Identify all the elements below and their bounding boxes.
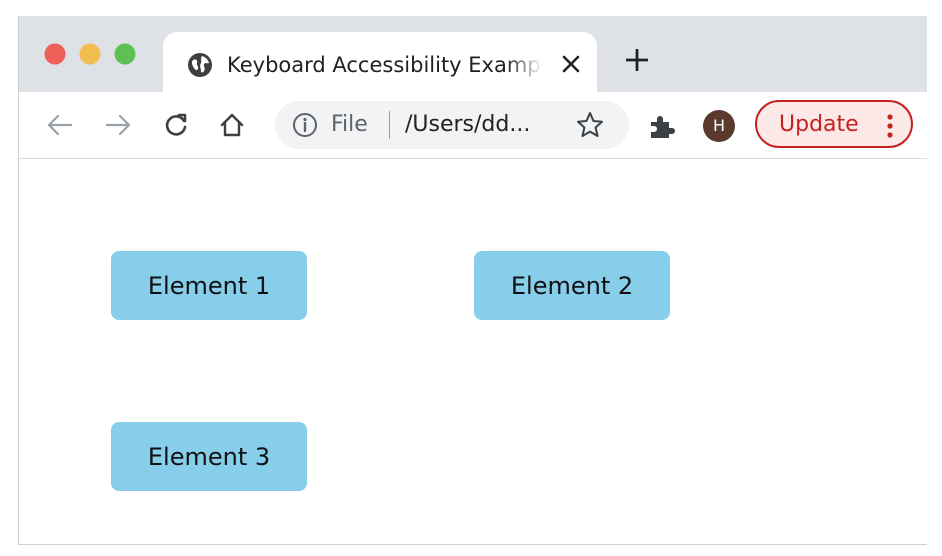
home-icon[interactable]	[215, 108, 249, 142]
plus-icon[interactable]	[619, 42, 655, 78]
minimize-window-button[interactable]	[79, 43, 101, 65]
arrow-right-icon[interactable]	[101, 108, 135, 142]
toolbar: File /Users/dd... H Update	[19, 92, 927, 159]
avatar[interactable]: H	[703, 110, 735, 142]
element-1-button[interactable]: Element 1	[111, 251, 307, 320]
puzzle-icon[interactable]	[647, 112, 675, 140]
url-text[interactable]: /Users/dd...	[405, 110, 530, 140]
kebab-menu-icon[interactable]	[877, 112, 903, 140]
element-3-button[interactable]: Element 3	[111, 422, 307, 491]
arrow-left-icon[interactable]	[43, 108, 77, 142]
info-icon[interactable]	[291, 111, 319, 139]
tab-strip: Keyboard Accessibility Example	[19, 16, 927, 98]
reload-icon[interactable]	[159, 108, 193, 142]
element-2-button[interactable]: Element 2	[474, 251, 670, 320]
address-bar[interactable]: File /Users/dd...	[275, 101, 629, 149]
url-scheme: File	[331, 112, 368, 137]
active-tab[interactable]: Keyboard Accessibility Example	[163, 32, 597, 98]
zoom-window-button[interactable]	[114, 43, 136, 65]
tab-title: Keyboard Accessibility Example	[227, 53, 543, 77]
page-content: Element 1 Element 2 Element 3	[19, 159, 927, 544]
browser-window: Keyboard Accessibility Example File /Use…	[18, 16, 927, 545]
close-window-button[interactable]	[44, 43, 66, 65]
globe-icon	[187, 52, 213, 78]
update-label: Update	[779, 112, 859, 137]
update-button[interactable]: Update	[755, 100, 913, 148]
address-separator	[389, 111, 390, 139]
close-icon[interactable]	[555, 48, 587, 80]
star-icon[interactable]	[575, 110, 605, 140]
